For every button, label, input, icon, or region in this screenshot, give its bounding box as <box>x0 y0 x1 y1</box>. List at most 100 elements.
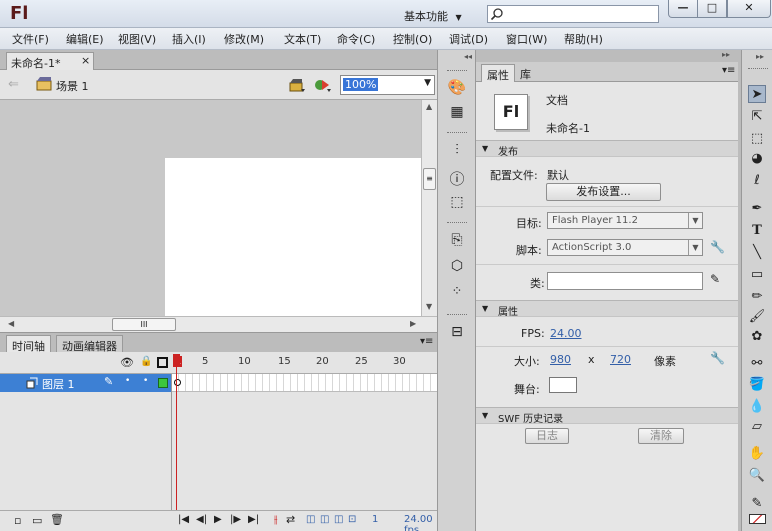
help-search-input[interactable] <box>487 5 659 23</box>
edit-symbols-icon[interactable] <box>288 76 306 94</box>
stage[interactable] <box>165 158 421 316</box>
3d-rotation-tool-icon[interactable]: ◕ <box>748 150 766 168</box>
layer-row[interactable]: 图层 1 ✎ • • <box>0 374 172 392</box>
collapse-arrows-icon[interactable]: ◂◂ <box>464 52 472 61</box>
dock-grip[interactable] <box>447 314 467 316</box>
dock-grip[interactable] <box>447 132 467 134</box>
lock-dot[interactable]: • <box>143 376 148 386</box>
menu-insert[interactable]: 插入(I) <box>172 31 206 47</box>
center-frame-icon[interactable]: ⫲ <box>274 513 278 527</box>
onion-skin-icon[interactable]: ◫ <box>306 514 315 525</box>
layer-name[interactable]: 图层 1 <box>42 376 75 392</box>
bone-tool-icon[interactable]: ⚯ <box>748 355 766 373</box>
playhead[interactable] <box>173 354 180 512</box>
horizontal-scroll-thumb[interactable]: III <box>112 318 176 331</box>
scroll-up-icon[interactable]: ▲ <box>426 102 432 111</box>
scroll-right-icon[interactable]: ▶ <box>410 319 416 328</box>
frames-row[interactable] <box>172 374 437 392</box>
motion-presets-icon[interactable]: ⁘ <box>446 284 468 304</box>
menu-window[interactable]: 窗口(W) <box>506 31 547 47</box>
pencil-icon[interactable]: ✎ <box>710 272 720 286</box>
hand-tool-icon[interactable]: ✋ <box>748 445 766 463</box>
tab-properties[interactable]: 属性 <box>481 64 515 82</box>
brush-tool-icon[interactable]: 🖌 <box>748 308 766 326</box>
vertical-scrollbar[interactable]: ▲ ≡ ▼ <box>421 100 437 316</box>
scroll-down-icon[interactable]: ▼ <box>426 302 432 311</box>
panel-menu-icon[interactable]: ▾≡ <box>722 65 735 76</box>
text-tool-icon[interactable]: T <box>748 222 766 240</box>
color-palette-icon[interactable]: 🎨 <box>446 78 468 98</box>
free-transform-tool-icon[interactable]: ⬚ <box>748 130 766 148</box>
close-window-button[interactable]: ✕ <box>727 0 771 18</box>
last-frame-icon[interactable]: ▶| <box>248 514 259 525</box>
section-swf-history[interactable]: ▼ SWF 历史记录 <box>476 407 738 425</box>
wrench-icon[interactable]: 🔧 <box>710 240 725 254</box>
zoom-select[interactable]: 100% ▼ <box>340 75 435 95</box>
code-snippets-icon[interactable]: ⎘ <box>446 232 468 252</box>
menu-file[interactable]: 文件(F) <box>12 31 49 47</box>
eyedropper-tool-icon[interactable]: 💧 <box>748 398 766 416</box>
components-icon[interactable]: ⬡ <box>446 258 468 278</box>
outline-icon[interactable] <box>157 357 168 368</box>
onion-outline-icon[interactable]: ◫ <box>320 514 329 525</box>
menu-view[interactable]: 视图(V) <box>118 31 156 47</box>
fill-color-swatch[interactable] <box>749 514 766 524</box>
horizontal-scrollbar[interactable]: ◀ III ▶ <box>0 316 437 332</box>
dock-grip[interactable] <box>447 222 467 224</box>
modify-onion-markers-icon[interactable]: ⊡ <box>348 514 356 525</box>
maximize-button[interactable]: □ <box>697 0 727 18</box>
tab-motion-editor[interactable]: 动画编辑器 <box>56 335 123 353</box>
show-hide-eye-icon[interactable]: 👁 <box>120 356 134 369</box>
fps-readout[interactable]: 24.00 fps <box>404 514 437 531</box>
height-value[interactable]: 720 <box>610 353 631 366</box>
clear-button[interactable]: 清除 <box>638 428 684 444</box>
wrench-icon[interactable]: 🔧 <box>710 351 725 365</box>
pasteboard[interactable] <box>0 100 421 316</box>
current-frame-readout[interactable]: 1 <box>372 514 378 525</box>
document-tab[interactable]: 未命名-1* × <box>6 52 94 70</box>
rectangle-tool-icon[interactable]: ▭ <box>748 266 766 284</box>
width-value[interactable]: 980 <box>550 353 571 366</box>
subselection-tool-icon[interactable]: ⇱ <box>748 108 766 126</box>
loop-icon[interactable]: ⇄ <box>286 513 295 526</box>
new-folder-icon[interactable]: ▭ <box>32 514 42 527</box>
lock-icon[interactable]: 🔒 <box>140 356 152 367</box>
target-select[interactable]: Flash Player 11.2 ▼ <box>547 212 703 229</box>
play-icon[interactable]: ▶ <box>214 514 222 525</box>
menu-modify[interactable]: 修改(M) <box>224 31 264 47</box>
menu-commands[interactable]: 命令(C) <box>337 31 375 47</box>
log-button[interactable]: 日志 <box>525 428 569 444</box>
timeline-divider[interactable] <box>171 374 172 510</box>
paint-bucket-tool-icon[interactable]: 🪣 <box>748 376 766 394</box>
transform-icon[interactable]: ⬚ <box>446 194 468 214</box>
zoom-tool-icon[interactable]: 🔍 <box>748 467 766 485</box>
line-tool-icon[interactable]: ╲ <box>748 244 766 262</box>
vertical-scroll-thumb[interactable]: ≡ <box>423 168 436 190</box>
align-icon[interactable]: ⫶ <box>446 142 468 162</box>
tab-timeline[interactable]: 时间轴 <box>6 335 51 353</box>
project-icon[interactable]: ⊟ <box>446 324 468 344</box>
menu-text[interactable]: 文本(T) <box>284 31 321 47</box>
class-input[interactable] <box>547 272 703 290</box>
frame-ruler[interactable]: 1 5 10 15 20 25 30 <box>172 352 437 374</box>
eraser-tool-icon[interactable]: ▱ <box>748 418 766 436</box>
step-back-icon[interactable]: ◀| <box>196 514 207 525</box>
expand-arrows-icon[interactable]: ▸▸ <box>722 50 730 59</box>
stage-color-swatch[interactable] <box>549 377 577 393</box>
menu-control[interactable]: 控制(O) <box>393 31 432 47</box>
stroke-color-icon[interactable]: ✎ <box>748 495 766 513</box>
pen-tool-icon[interactable]: ✒ <box>748 200 766 218</box>
scroll-left-icon[interactable]: ◀ <box>8 319 14 328</box>
visibility-dot[interactable]: • <box>125 376 130 386</box>
step-forward-icon[interactable]: |▶ <box>230 514 241 525</box>
back-arrow-icon[interactable]: ⇐ <box>8 77 19 92</box>
swatches-grid-icon[interactable]: ▦ <box>446 104 468 124</box>
selection-tool-icon[interactable]: ➤ <box>748 85 766 103</box>
tools-grip[interactable] <box>748 68 768 70</box>
deco-tool-icon[interactable]: ✿ <box>748 328 766 346</box>
info-icon[interactable]: ⓘ <box>446 168 468 188</box>
expand-arrows-icon[interactable]: ▸▸ <box>756 52 764 61</box>
menu-edit[interactable]: 编辑(E) <box>66 31 104 47</box>
panel-menu-icon[interactable]: ▾≡ <box>420 336 433 347</box>
new-layer-icon[interactable]: ▫ <box>14 514 21 527</box>
